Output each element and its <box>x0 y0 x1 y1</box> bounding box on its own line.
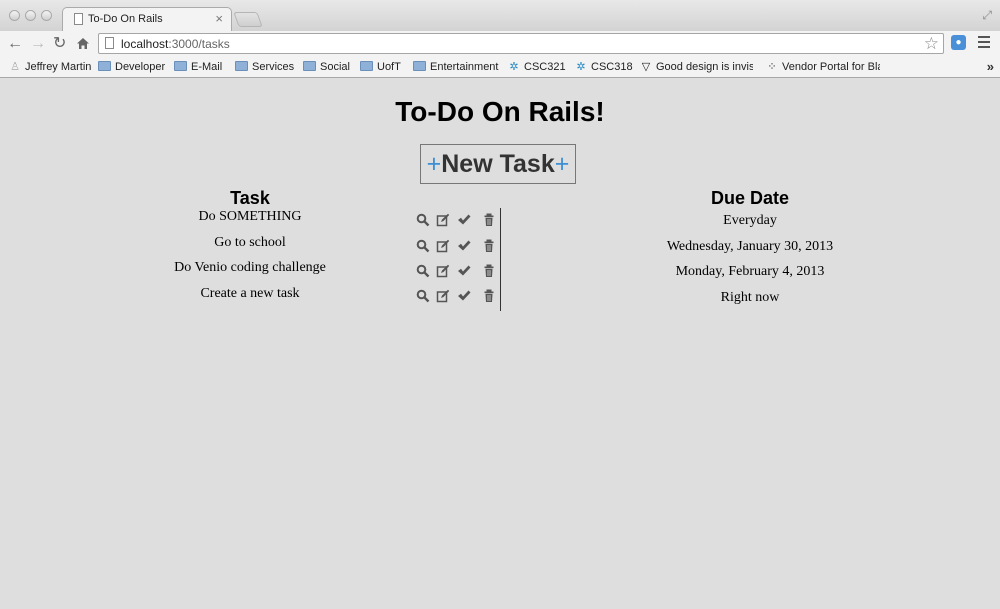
search-icon[interactable] <box>416 239 430 253</box>
check-icon[interactable] <box>457 239 471 253</box>
folder-icon <box>98 61 111 71</box>
bookmark-folder[interactable]: UofT <box>360 60 401 75</box>
v-logo-icon: ▽ <box>641 61 651 73</box>
folder-icon <box>235 61 248 71</box>
trash-icon[interactable] <box>482 239 496 253</box>
task-actions <box>416 239 500 257</box>
bookmark-folder[interactable]: Social <box>303 60 350 75</box>
bookmark-folder[interactable]: Services <box>235 60 294 75</box>
snowflake-icon: ✲ <box>576 61 586 73</box>
due-date-column-header: Due Date <box>710 188 790 208</box>
minimize-window-button[interactable] <box>25 10 36 21</box>
back-icon[interactable]: ← <box>7 34 23 54</box>
zoom-window-button[interactable] <box>41 10 52 21</box>
check-icon[interactable] <box>457 213 471 227</box>
edit-icon[interactable] <box>436 289 450 303</box>
check-icon[interactable] <box>457 289 471 303</box>
home-icon[interactable] <box>76 36 90 56</box>
bookmark-item[interactable]: ✲ CSC321 <box>508 60 565 75</box>
page-icon <box>74 13 83 25</box>
new-tab-button[interactable] <box>233 12 263 27</box>
bookmark-item[interactable]: ▽ Good design is invis <box>640 60 753 75</box>
snowflake-icon: ✲ <box>509 61 519 73</box>
address-bar[interactable]: localhost:3000/tasks ☆ <box>98 33 944 54</box>
folder-icon <box>174 61 187 71</box>
plus-icon: + <box>554 150 570 178</box>
edit-icon[interactable] <box>436 239 450 253</box>
more-bookmarks-icon[interactable]: » <box>987 59 994 74</box>
window-controls <box>9 10 52 21</box>
edit-icon[interactable] <box>436 213 450 227</box>
task-due-date: Wednesday, January 30, 2013 <box>666 239 834 254</box>
tab-title: To-Do On Rails <box>88 13 163 25</box>
person-icon: ♙ <box>10 61 20 73</box>
close-window-button[interactable] <box>9 10 20 21</box>
folder-icon <box>360 61 373 71</box>
bookmarks-bar: ♙ Jeffrey Martin Developer E-Mail Service… <box>0 58 1000 78</box>
bookmark-item[interactable]: ♙ Jeffrey Martin <box>9 60 91 75</box>
page-title: To-Do On Rails! <box>395 96 605 127</box>
bookmark-item[interactable]: ⁘ Vendor Portal for Bla <box>766 60 880 75</box>
page-icon <box>105 37 114 49</box>
page-content: To-Do On Rails! +New Task+ Task Due Date… <box>0 78 1000 609</box>
bookmark-folder[interactable]: E-Mail <box>174 60 222 75</box>
task-due-date: Right now <box>720 290 780 305</box>
bookmark-folder[interactable]: Entertainment <box>413 60 498 75</box>
task-column-header: Task <box>230 188 270 208</box>
column-divider <box>500 208 501 311</box>
new-task-button[interactable]: +New Task+ <box>420 144 576 184</box>
task-name: Create a new task <box>200 286 300 301</box>
bookmark-star-icon[interactable]: ☆ <box>924 34 939 53</box>
bookmark-item[interactable]: ✲ CSC318 <box>575 60 632 75</box>
trash-icon[interactable] <box>482 264 496 278</box>
edit-icon[interactable] <box>436 264 450 278</box>
task-name: Do Venio coding challenge <box>174 260 326 275</box>
trash-icon[interactable] <box>482 213 496 227</box>
url-text[interactable]: localhost:3000/tasks <box>121 37 230 51</box>
browser-toolbar: ← → ↻ localhost:3000/tasks ☆ <box>0 31 1000 58</box>
browser-chrome: To-Do On Rails × ⤢ ← → ↻ localhost:3000/… <box>0 0 1000 78</box>
search-icon[interactable] <box>416 213 430 227</box>
fullscreen-icon[interactable]: ⤢ <box>982 8 992 23</box>
folder-icon <box>413 61 426 71</box>
task-actions <box>416 264 500 282</box>
task-name: Go to school <box>214 235 286 250</box>
task-due-date: Monday, February 4, 2013 <box>675 264 825 279</box>
folder-icon <box>303 61 316 71</box>
new-task-label: New Task <box>441 150 555 178</box>
search-icon[interactable] <box>416 289 430 303</box>
browser-tab[interactable]: To-Do On Rails × <box>62 7 232 31</box>
blackberry-icon: ⁘ <box>767 61 777 73</box>
extension-icon[interactable]: ● <box>951 35 966 50</box>
title-bar: To-Do On Rails × ⤢ <box>0 0 1000 31</box>
bookmark-folder[interactable]: Developer <box>98 60 165 75</box>
reload-icon[interactable]: ↻ <box>53 34 66 54</box>
task-name: Do SOMETHING <box>198 209 302 224</box>
trash-icon[interactable] <box>482 289 496 303</box>
task-due-date: Everyday <box>723 213 777 228</box>
menu-icon[interactable] <box>978 36 990 51</box>
task-actions <box>416 289 500 307</box>
task-actions <box>416 213 500 231</box>
check-icon[interactable] <box>457 264 471 278</box>
plus-icon: + <box>426 150 442 178</box>
forward-icon[interactable]: → <box>30 34 46 54</box>
search-icon[interactable] <box>416 264 430 278</box>
close-tab-icon[interactable]: × <box>215 11 223 27</box>
